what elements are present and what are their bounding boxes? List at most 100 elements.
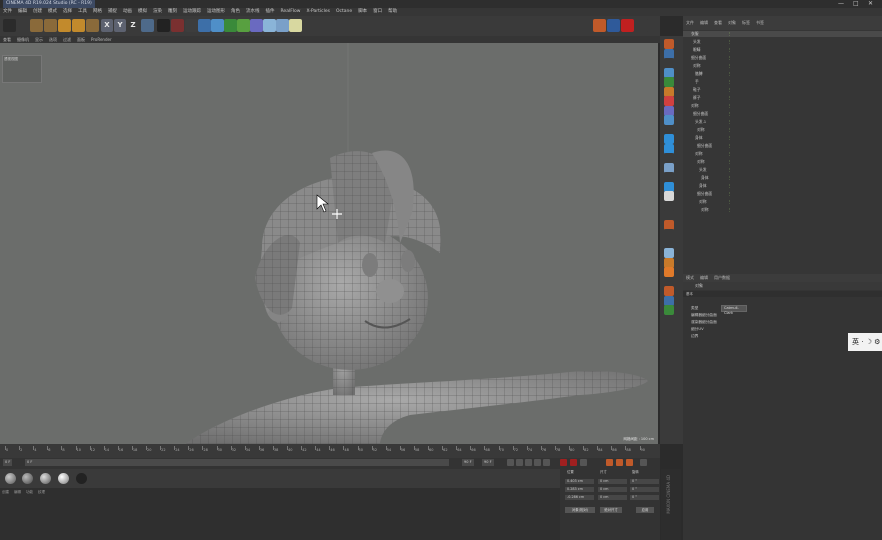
record-key-icon[interactable] [560, 459, 567, 466]
material-ball[interactable] [40, 473, 51, 484]
attribute-section[interactable]: 基本 [683, 291, 882, 297]
object-row[interactable]: 头发 ⋮ [683, 39, 882, 45]
menu-item[interactable]: RealFlow [278, 8, 304, 16]
size-mode-dropdown[interactable]: 绝对尺寸 [600, 507, 622, 513]
object-tab[interactable]: 查看 [711, 16, 725, 30]
palette-tool-icon[interactable] [664, 153, 674, 163]
menu-item[interactable]: Octane [333, 8, 355, 16]
palette-tool-icon[interactable] [664, 134, 674, 144]
object-row[interactable]: 对称 ⋮ [683, 207, 882, 213]
render-picture-viewer-icon[interactable] [171, 19, 184, 32]
prev-frame-icon[interactable] [516, 459, 523, 466]
visibility-dots-icon[interactable]: ⋮ [728, 71, 732, 77]
viewport-menu-item[interactable]: 显示 [32, 36, 46, 43]
palette-tool-icon[interactable] [664, 267, 674, 277]
object-row[interactable]: 头发.1 ⋮ [683, 119, 882, 125]
b-rotation-field[interactable]: 0 ° [630, 495, 659, 500]
recent-tool-icon[interactable] [86, 19, 99, 32]
palette-tool-icon[interactable] [664, 295, 674, 306]
z-size-field[interactable]: 0 cm [598, 495, 627, 500]
palette-tool-icon[interactable] [664, 115, 674, 125]
light-icon[interactable] [289, 19, 302, 32]
attribute-tab[interactable]: 编辑 [697, 274, 711, 282]
palette-tool-icon[interactable] [664, 191, 674, 201]
material-ball[interactable] [22, 473, 33, 484]
palette-tool-icon[interactable] [664, 162, 674, 173]
menu-item[interactable]: 窗口 [370, 8, 385, 16]
cloner-icon[interactable] [237, 19, 250, 32]
object-row[interactable]: 对称 ⋮ [683, 103, 882, 109]
palette-tool-icon[interactable] [664, 181, 674, 192]
scale-key-icon[interactable] [616, 459, 623, 466]
position-key-icon[interactable] [606, 459, 613, 466]
pla-key-icon[interactable] [640, 459, 647, 466]
menu-item[interactable]: 动画 [120, 8, 135, 16]
rotation-key-icon[interactable] [626, 459, 633, 466]
object-tab[interactable]: 对象 [725, 16, 739, 30]
palette-tool-icon[interactable] [664, 86, 674, 97]
start-frame-field[interactable]: 0 F [3, 459, 13, 466]
attribute-tab[interactable]: 模式 [683, 274, 697, 282]
visibility-dots-icon[interactable]: ⋮ [728, 111, 732, 117]
palette-tool-icon[interactable] [664, 124, 674, 135]
play-icon[interactable] [525, 459, 532, 466]
menu-item[interactable]: 角色 [228, 8, 243, 16]
palette-tool-icon[interactable] [664, 286, 674, 296]
viewport-menu-item[interactable]: 查看 [0, 36, 14, 43]
viewport[interactable]: 透视视图 网格间距: 100 cm [0, 43, 658, 444]
palette-tool-icon[interactable] [664, 105, 674, 116]
environment-icon[interactable] [263, 19, 276, 32]
visibility-dots-icon[interactable]: ⋮ [728, 127, 732, 133]
menu-item[interactable]: 插件 [263, 8, 278, 16]
record-icon[interactable] [621, 19, 634, 32]
cube-icon[interactable] [198, 19, 211, 32]
menu-item[interactable]: X-Particles [303, 8, 332, 16]
visibility-dots-icon[interactable]: ⋮ [728, 151, 732, 157]
visibility-dots-icon[interactable]: ⋮ [728, 191, 732, 197]
attribute-tab[interactable]: 用户数据 [711, 274, 733, 282]
material-ball[interactable] [58, 473, 69, 484]
object-row[interactable]: 身体 ⋮ [683, 175, 882, 181]
palette-tool-icon[interactable] [664, 96, 674, 106]
palette-tool-icon[interactable] [664, 248, 674, 258]
axis-x-button[interactable]: X [101, 19, 113, 32]
visibility-dots-icon[interactable]: ⋮ [728, 167, 732, 173]
visibility-dots-icon[interactable]: ⋮ [728, 87, 732, 93]
move-tool-icon[interactable] [30, 19, 43, 32]
menu-item[interactable]: 选择 [60, 8, 75, 16]
object-row[interactable]: 鞋子 ⋮ [683, 87, 882, 93]
viewport-menu-item[interactable]: 面板 [74, 36, 88, 43]
palette-tool-icon[interactable] [664, 210, 674, 220]
object-row[interactable]: 对称 ⋮ [683, 199, 882, 205]
object-row[interactable]: 对称 ⋮ [683, 63, 882, 69]
visibility-dots-icon[interactable]: ⋮ [728, 175, 732, 181]
object-row[interactable]: 细分曲面 ⋮ [683, 191, 882, 197]
material-menu-item[interactable]: 功能 [26, 490, 33, 494]
timeline[interactable]: 0 2 4 6 8 10 12 14 16 18 20 22 24 26 28 30 32 34 36 38 40 42 4… [0, 444, 660, 458]
subdivision-surface-icon[interactable] [224, 19, 237, 32]
palette-tool-icon[interactable] [664, 58, 674, 68]
object-row[interactable]: 衣服 ⋮ [683, 31, 882, 38]
object-row[interactable]: 细分曲面 ⋮ [683, 143, 882, 149]
deformer-icon[interactable] [250, 19, 263, 32]
object-row[interactable]: 对称 ⋮ [683, 127, 882, 133]
menu-item[interactable]: 渲染 [150, 8, 165, 16]
frame-range-slider[interactable]: 0 F [25, 459, 449, 466]
menu-item[interactable]: 帮助 [385, 8, 400, 16]
palette-tool-icon[interactable] [664, 172, 674, 182]
render-view-icon[interactable] [157, 19, 170, 32]
menu-item[interactable]: 运动图形 [204, 8, 228, 16]
minimize-button[interactable]: — [838, 0, 844, 8]
next-frame-icon[interactable] [534, 459, 541, 466]
object-row[interactable]: 胳膊 ⋮ [683, 71, 882, 77]
render-settings-icon[interactable] [185, 19, 198, 32]
visibility-dots-icon[interactable]: ⋮ [728, 55, 732, 61]
viewport-menu-item[interactable]: 摄像机 [14, 36, 32, 43]
menu-item[interactable]: 创建 [30, 8, 45, 16]
menu-item[interactable]: 编辑 [15, 8, 30, 16]
object-row[interactable]: 身体 ⋮ [683, 135, 882, 141]
visibility-dots-icon[interactable]: ⋮ [728, 95, 732, 101]
visibility-dots-icon[interactable]: ⋮ [728, 63, 732, 69]
visibility-dots-icon[interactable]: ⋮ [728, 159, 732, 165]
palette-tool-icon[interactable] [664, 238, 674, 249]
